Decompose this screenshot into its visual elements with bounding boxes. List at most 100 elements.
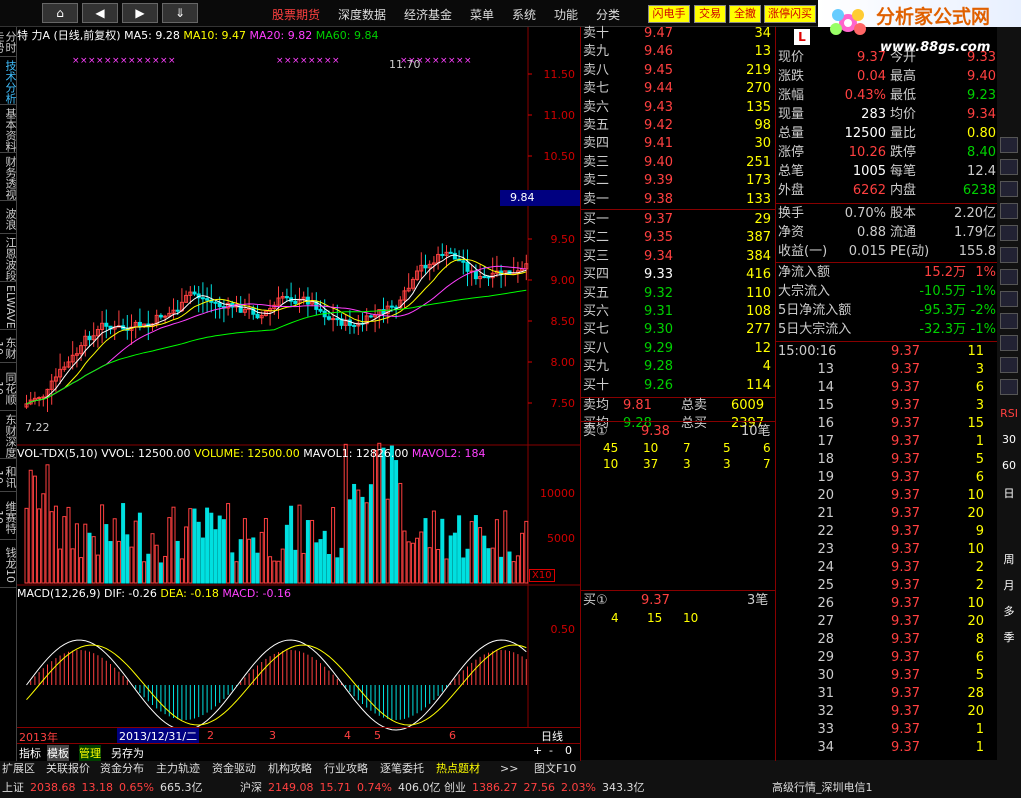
menu-system[interactable]: 系统 [512, 6, 536, 23]
left-tab-3[interactable]: 财务透视 [0, 156, 17, 201]
left-tab-10[interactable]: 和讯10 [0, 462, 17, 492]
date-axis: 2013年 2013/12/31/二 2 3 4 5 6 日线 [17, 727, 580, 744]
menu-menu[interactable]: 菜单 [470, 6, 494, 23]
tool-icon[interactable] [1000, 379, 1018, 395]
trade-button[interactable]: 交易 [694, 5, 726, 23]
menu-fund[interactable]: 经济基金 [404, 6, 452, 23]
tool-icon[interactable] [1000, 357, 1018, 373]
volume-bar [377, 442, 382, 584]
tick-time: 28 [817, 632, 834, 647]
tool-icon[interactable] [1000, 247, 1018, 263]
candle [158, 314, 163, 318]
bottom-tab-10[interactable]: 图文F10 [534, 761, 576, 777]
left-tab-12[interactable]: 钱龙10 [0, 543, 17, 588]
reset-button[interactable]: 0 [565, 744, 572, 757]
menu-depth[interactable]: 深度数据 [338, 6, 386, 23]
left-tab-2[interactable]: 基本资料 [0, 108, 17, 153]
left-tab-0[interactable]: 分时走势 [0, 27, 17, 57]
buy-queue-head: 买① 9.37 3笔 [581, 592, 776, 610]
period-label[interactable]: 日线 [541, 728, 563, 744]
bottom-tab-9[interactable]: >> [500, 761, 518, 777]
cancel-all-button[interactable]: 全撤 [729, 5, 761, 23]
right-tool-2[interactable]: 60 [999, 459, 1019, 472]
tool-icon[interactable] [1000, 203, 1018, 219]
tool-icon[interactable] [1000, 137, 1018, 153]
zoom-out-button[interactable]: - [549, 744, 553, 757]
left-tab-11[interactable]: 维赛特10 [0, 495, 17, 540]
bottom-tab-4[interactable]: 资金驱动 [212, 761, 256, 777]
tab-manage[interactable]: 管理 [79, 745, 101, 761]
limit-buy-button[interactable]: 涨停闪买 [764, 5, 816, 23]
right-tool-6[interactable]: 多 [999, 603, 1019, 619]
volume-bar [381, 447, 386, 584]
right-tool-5[interactable]: 月 [999, 577, 1019, 593]
volume-bar [293, 549, 298, 584]
ask-row-cell: 卖六 [583, 99, 610, 115]
tick-time: 13 [817, 362, 834, 377]
left-tab-8[interactable]: 同花顺10 [0, 366, 17, 411]
tool-icon[interactable] [1000, 225, 1018, 241]
tick-row: 24 9.37 2 [776, 559, 998, 577]
tab-saveas[interactable]: 另存为 [111, 745, 144, 761]
flash-trade-button[interactable]: 闪电手 [648, 5, 690, 23]
volume-bar [184, 526, 189, 584]
avg-cell: 9.81 [623, 398, 652, 413]
menu-stocks[interactable]: 股票期货 [272, 6, 320, 23]
bottom-tab-3[interactable]: 主力轨迹 [156, 761, 200, 777]
candle [41, 396, 46, 399]
bottom-tab-8[interactable]: 热点题材 [436, 761, 480, 777]
right-tool-0[interactable]: RSI [999, 407, 1019, 420]
volume-bar [167, 517, 172, 584]
bottom-tab-0[interactable]: 扩展区 [2, 761, 35, 777]
left-tab-9[interactable]: 东财深度 [0, 414, 17, 459]
right-tool-7[interactable]: 季 [999, 629, 1019, 645]
quote-value: 8.40 [967, 145, 996, 160]
menu-category[interactable]: 分类 [596, 6, 620, 23]
quote-label: 外盘 [778, 183, 805, 198]
bottom-tab-6[interactable]: 行业攻略 [324, 761, 368, 777]
volume-bar [217, 515, 222, 584]
quote-label: 现量 [778, 107, 805, 122]
back-button[interactable]: ◀ [82, 3, 118, 23]
zoom-in-button[interactable]: + [533, 744, 542, 757]
ma10-label: MA10: 9.47 [183, 29, 247, 42]
bottom-tab-5[interactable]: 机构攻略 [268, 761, 312, 777]
tool-icon[interactable] [1000, 313, 1018, 329]
tool-icon[interactable] [1000, 335, 1018, 351]
tool-icon[interactable] [1000, 181, 1018, 197]
tick-volume: 1 [975, 434, 984, 449]
left-tab-1[interactable]: 技术分析 [0, 60, 17, 105]
signal-mark: × [284, 56, 292, 66]
forward-button[interactable]: ▶ [122, 3, 158, 23]
flow-row: 5日大宗流入 -32.3万 -1% [776, 321, 998, 339]
right-tool-4[interactable]: 周 [999, 551, 1019, 567]
tool-icon[interactable] [1000, 269, 1018, 285]
fund-label: PE(动) [890, 244, 930, 259]
right-tool-3[interactable]: 日 [999, 485, 1019, 501]
bottom-tab-2[interactable]: 资金分布 [100, 761, 144, 777]
bottom-tab-7[interactable]: 逐笔委托 [380, 761, 424, 777]
down-button[interactable]: ⇓ [162, 3, 198, 23]
left-tab-5[interactable]: 江恩波段 [0, 237, 17, 282]
right-tool-1[interactable]: 30 [999, 433, 1019, 446]
left-tab-4[interactable]: 波浪 [0, 204, 17, 234]
bid-row-cell: 9.37 [644, 212, 673, 227]
tab-template[interactable]: 模板 [47, 745, 69, 761]
tool-icon[interactable] [1000, 159, 1018, 175]
tab-indicator[interactable]: 指标 [19, 745, 41, 761]
home-button[interactable]: ⌂ [42, 3, 78, 23]
volume-bar [427, 547, 432, 584]
tick-price: 9.37 [891, 344, 920, 359]
volume-bar [297, 504, 302, 584]
kline-chart[interactable]: 11.5011.0010.5010.009.509.008.508.007.50… [17, 27, 580, 772]
ticker-item: 沪深 2149.08 15.71 0.74% 406.0亿 [240, 779, 446, 797]
left-tab-6[interactable]: ELWAVE [0, 285, 17, 330]
tool-icon[interactable] [1000, 291, 1018, 307]
menu-function[interactable]: 功能 [554, 6, 578, 23]
volume-bar [310, 519, 315, 584]
volume-bar [66, 506, 71, 584]
queue-cell: 4 [611, 611, 619, 625]
left-tab-7[interactable]: 东财10 [0, 333, 17, 363]
bottom-tab-1[interactable]: 关联报价 [46, 761, 90, 777]
volume-bar [352, 483, 357, 584]
